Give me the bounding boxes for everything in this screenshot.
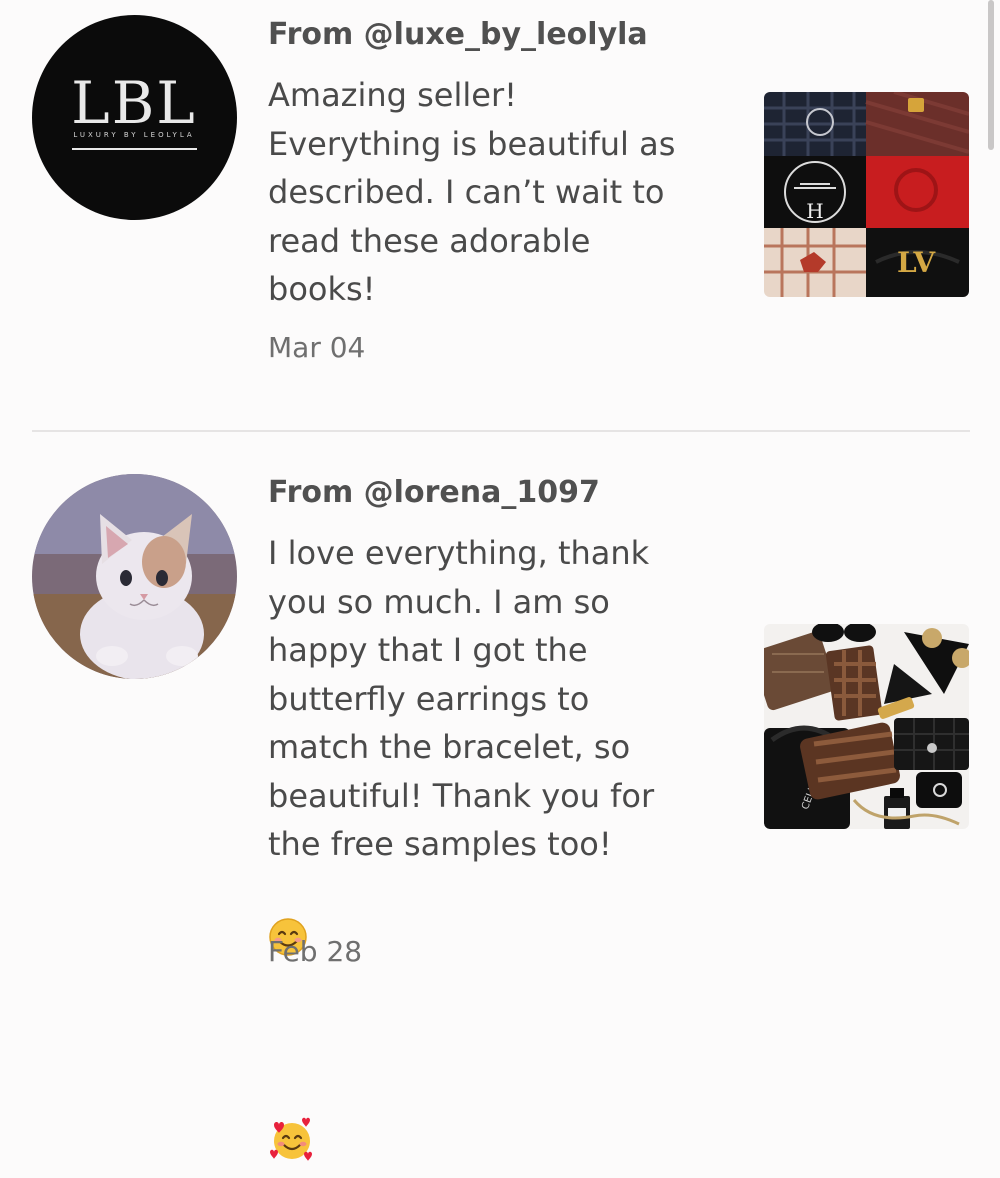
- svg-text:H: H: [806, 199, 823, 223]
- review-photo-thumbnail[interactable]: H LV: [764, 92, 969, 297]
- review-text: I love everything, thank you so much. I …: [268, 529, 718, 1178]
- avatar[interactable]: [32, 474, 237, 679]
- luxury-accessories-icon: CELINE: [764, 624, 969, 829]
- avatar[interactable]: LBL LUXURY BY LEOLYLA: [32, 15, 237, 220]
- review-photo-thumbnail[interactable]: CELINE: [764, 624, 969, 829]
- review-author[interactable]: From @lorena_1097: [268, 475, 600, 510]
- svg-text:LV: LV: [897, 246, 936, 279]
- review-date: Feb 28: [268, 935, 363, 968]
- review-author[interactable]: From @luxe_by_leolyla: [268, 17, 648, 52]
- svg-text:LBL: LBL: [71, 69, 197, 137]
- svg-text:LUXURY BY LEOLYLA: LUXURY BY LEOLYLA: [73, 131, 194, 139]
- handbag-collage-icon: H LV: [764, 92, 969, 297]
- scrollbar[interactable]: [988, 0, 994, 150]
- smiling-face-with-hearts-icon: [268, 1068, 316, 1178]
- divider: [32, 430, 970, 432]
- lbl-logo-icon: LBL LUXURY BY LEOLYLA: [32, 15, 237, 220]
- review-date: Mar 04: [268, 331, 366, 364]
- cat-photo-icon: [32, 474, 237, 679]
- review-text-body: I love everything, thank you so much. I …: [268, 534, 655, 863]
- review-text: Amazing seller! Everything is beautiful …: [268, 76, 676, 308]
